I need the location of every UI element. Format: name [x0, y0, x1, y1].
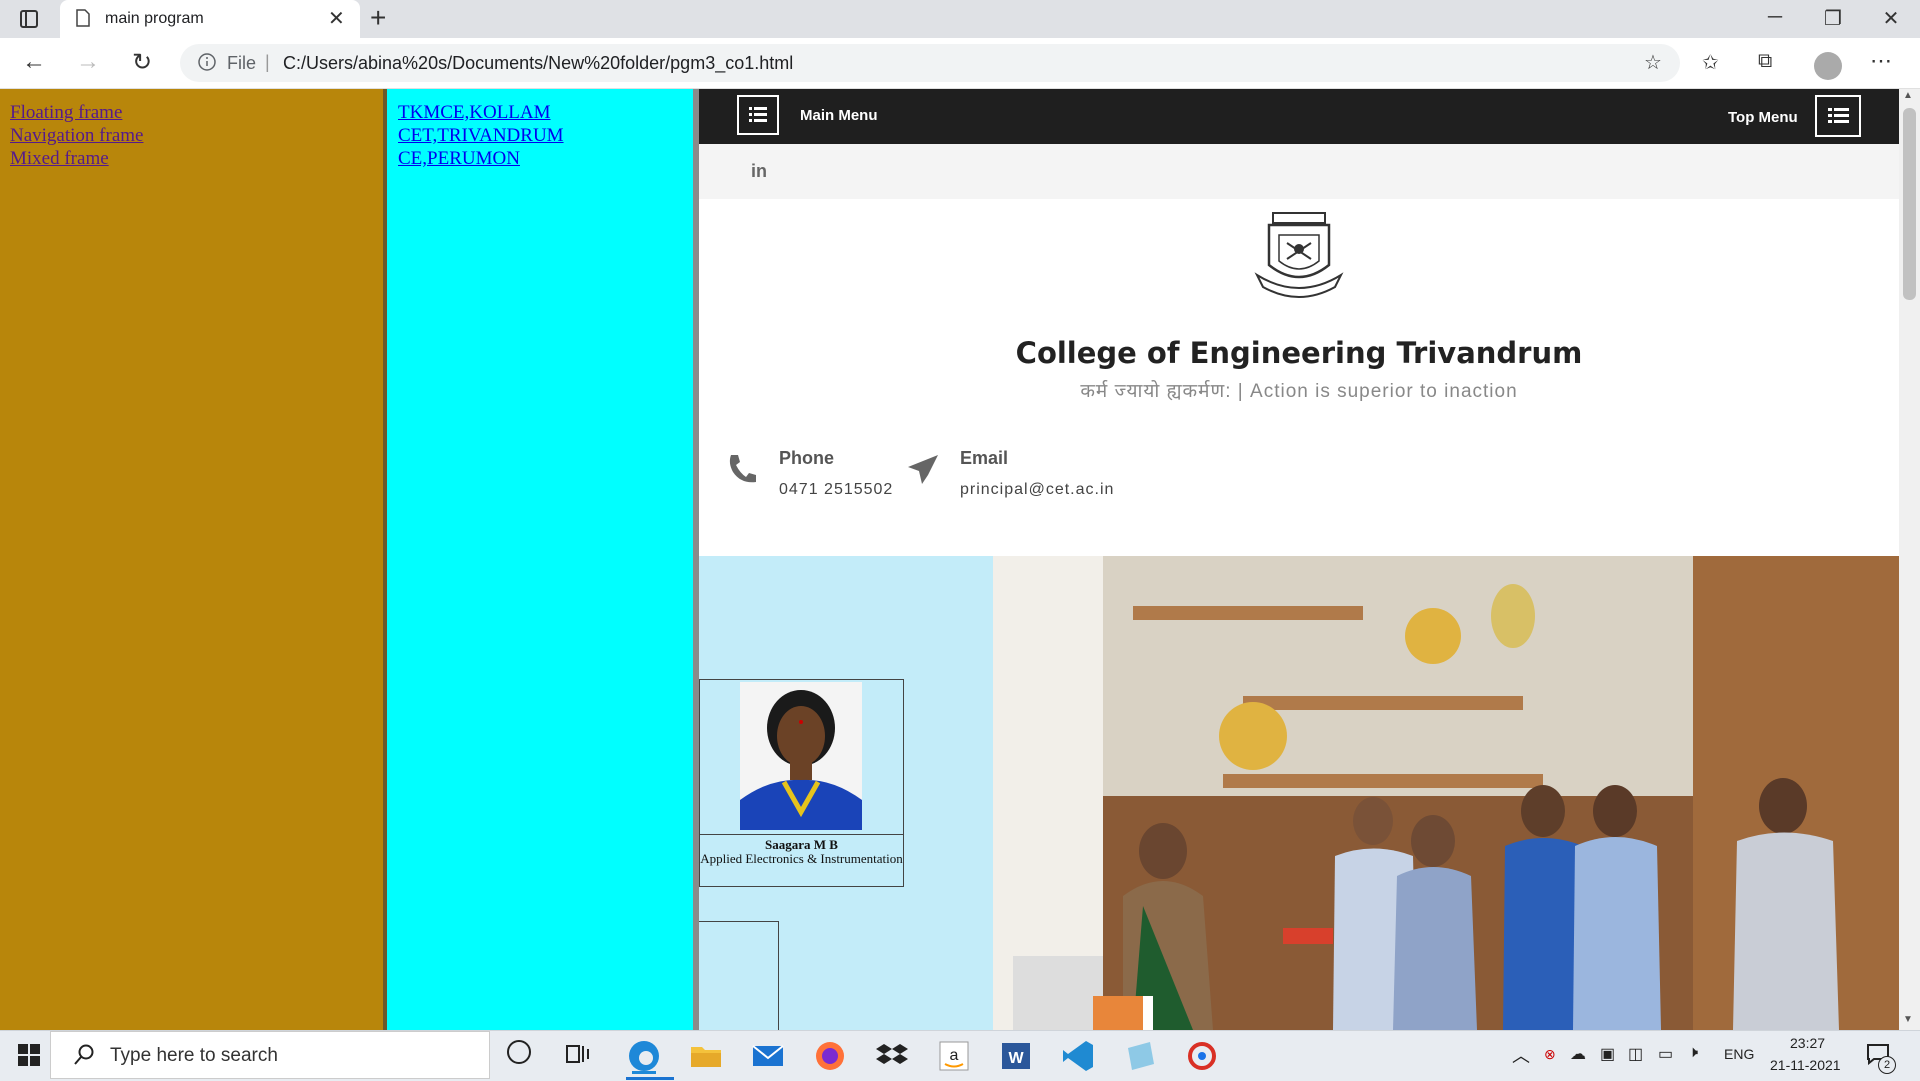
edge-browser-icon[interactable]	[626, 1038, 662, 1074]
volume-muted-icon[interactable]: 🕨	[1688, 1044, 1698, 1062]
email-value[interactable]: principal@cet.ac.in	[960, 481, 1114, 499]
middle-frame: TKMCE,KOLLAM CET,TRIVANDRUM CE,PERUMON	[387, 89, 693, 1030]
faculty-profile-card[interactable]: Saagara M B Applied Electronics & Instru…	[699, 679, 904, 887]
profile-avatar[interactable]	[1814, 52, 1842, 80]
paper-plane-icon	[908, 455, 938, 484]
windows-start-icon[interactable]	[18, 1044, 40, 1066]
network-icon[interactable]: ◫	[1628, 1044, 1643, 1064]
task-view-icon[interactable]	[566, 1043, 590, 1065]
amazon-icon[interactable]: a	[936, 1038, 972, 1074]
college-emblem-logo	[1254, 212, 1344, 298]
webcam-icon[interactable]: ▣	[1600, 1044, 1615, 1064]
refresh-button[interactable]: ↻	[132, 48, 152, 77]
navigation-frame-link[interactable]: Navigation frame	[10, 124, 373, 147]
linkedin-icon[interactable]: in	[751, 161, 767, 182]
vscode-icon[interactable]	[1060, 1038, 1096, 1074]
clock-time[interactable]: 23:27	[1790, 1035, 1825, 1051]
faculty-department: Applied Electronics & Instrumentation	[700, 851, 903, 866]
url-divider: |	[265, 52, 270, 72]
scroll-up-arrow[interactable]: ▲	[1903, 90, 1913, 101]
main-menu-label[interactable]: Main Menu	[800, 107, 878, 124]
add-favorite-icon[interactable]: ☆	[1644, 50, 1662, 75]
college-site-frame: Main Menu Top Menu in College of Enginee…	[699, 89, 1899, 1030]
collections-icon[interactable]: ⧉	[1758, 50, 1772, 73]
event-photo	[993, 556, 1899, 1030]
tab-actions-icon[interactable]	[20, 10, 38, 28]
back-button[interactable]: ←	[22, 48, 46, 76]
close-window-button[interactable]: ✕	[1876, 6, 1906, 31]
favorites-icon[interactable]: ✩	[1702, 50, 1719, 75]
list-icon	[1828, 108, 1849, 123]
url-scheme-label: File	[227, 53, 257, 73]
phone-icon	[729, 455, 756, 483]
phone-label: Phone	[779, 448, 835, 468]
tab-close-icon[interactable]: ✕	[328, 6, 345, 31]
top-menu-button[interactable]	[1815, 95, 1861, 137]
word-icon[interactable]: W	[998, 1038, 1034, 1074]
file-explorer-icon[interactable]	[688, 1038, 724, 1074]
profile-card-partial[interactable]	[699, 921, 779, 1030]
show-hidden-icons-chevron-up-icon[interactable]: ︿	[1512, 1042, 1530, 1068]
security-alert-icon[interactable]: ⊗	[1544, 1046, 1556, 1063]
email-label: Email	[960, 448, 1009, 468]
mixed-frame-link[interactable]: Mixed frame	[10, 147, 373, 170]
svg-text:W: W	[1008, 1050, 1024, 1067]
dropbox-icon[interactable]	[874, 1038, 910, 1074]
scrollbar-thumb[interactable]	[1903, 108, 1916, 300]
scroll-down-arrow[interactable]: ▼	[1903, 1014, 1913, 1025]
notes-app-icon[interactable]	[1122, 1038, 1158, 1074]
floating-frame-link[interactable]: Floating frame	[10, 101, 373, 124]
more-options-icon[interactable]: ⋯	[1870, 48, 1892, 74]
ce-perumon-link[interactable]: CE,PERUMON	[398, 147, 682, 170]
notification-count-badge: 2	[1878, 1056, 1896, 1074]
phone-value: 0471 2515502	[779, 481, 894, 498]
input-language[interactable]: ENG	[1724, 1046, 1754, 1062]
paint-app-icon[interactable]	[1184, 1038, 1220, 1074]
firefox-icon[interactable]	[812, 1038, 848, 1074]
search-icon	[74, 1044, 94, 1065]
onedrive-cloud-icon[interactable]: ☁	[1570, 1044, 1586, 1064]
list-icon	[749, 107, 767, 122]
cortana-icon[interactable]	[507, 1040, 531, 1064]
url-text[interactable]: C:/Users/abina%20s/Documents/New%20folde…	[283, 53, 793, 74]
social-bar	[699, 144, 1899, 199]
search-placeholder: Type here to search	[110, 1045, 278, 1066]
faculty-photo	[740, 682, 862, 830]
college-name: College of Engineering Trivandrum	[1015, 336, 1583, 370]
document-icon	[76, 9, 90, 27]
info-icon[interactable]	[198, 53, 216, 71]
left-frame: Floating frame Navigation frame Mixed fr…	[0, 89, 383, 1030]
new-tab-button[interactable]: +	[370, 2, 386, 34]
site-navbar	[699, 89, 1899, 144]
clock-date[interactable]: 21-11-2021	[1770, 1057, 1841, 1073]
svg-text:a: a	[950, 1047, 959, 1064]
restore-button[interactable]: ❐	[1818, 6, 1848, 31]
battery-icon[interactable]: ▭	[1658, 1044, 1673, 1064]
minimize-button[interactable]: ─	[1760, 6, 1790, 29]
tkmce-link[interactable]: TKMCE,KOLLAM	[398, 101, 682, 124]
cet-link[interactable]: CET,TRIVANDRUM	[398, 124, 682, 147]
college-motto: कर्म ज्यायो ह्यकर्मण: | Action is superi…	[1080, 381, 1518, 402]
mail-icon[interactable]	[750, 1038, 786, 1074]
forward-button[interactable]: →	[76, 48, 100, 76]
main-menu-button[interactable]	[737, 95, 779, 135]
tab-title: main program	[105, 10, 204, 27]
top-menu-label[interactable]: Top Menu	[1728, 109, 1798, 126]
